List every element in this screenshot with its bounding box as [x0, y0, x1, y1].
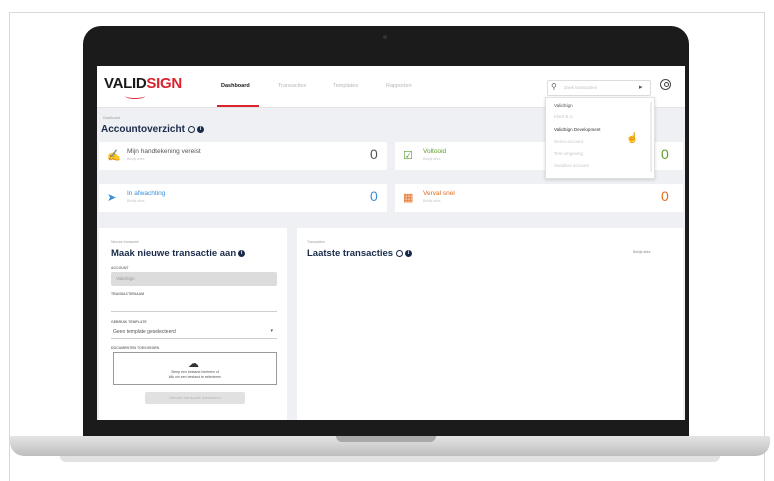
dropdown-item[interactable]: ValidSign Development: [554, 127, 600, 132]
card-label: In afwachting: [127, 190, 166, 197]
laptop-notch: [336, 436, 436, 442]
dropdown-scrollbar[interactable]: [650, 102, 652, 172]
info-icon[interactable]: i: [196, 125, 204, 133]
create-transaction-button[interactable]: Nieuwe transactie aanmaken: [145, 392, 245, 404]
upload-hint-line2: klik om een bestand te selecteren: [168, 375, 222, 379]
transaction-name-label: TRANSACTIENAAM: [111, 292, 145, 296]
nav-transacties[interactable]: Transacties: [278, 83, 306, 89]
card-expiring[interactable]: ▦ Verval snel Bekijk alles 0: [395, 184, 683, 212]
user-account-icon[interactable]: [660, 79, 671, 90]
card-pending[interactable]: ➤ In afwachting Bekijk alles 0: [99, 184, 387, 212]
card-sublabel[interactable]: Bekijk alles: [127, 199, 145, 203]
settings-icon[interactable]: [187, 125, 195, 133]
recent-transactions-breadcrumb: Transacties: [307, 240, 325, 244]
recent-transactions-title-text: Laatste transacties: [307, 248, 394, 259]
card-count: 0: [370, 188, 378, 204]
upload-hint-line1: Sleep een bestand hierheen of: [171, 370, 219, 374]
dropdown-item[interactable]: Sandbox account: [554, 163, 589, 168]
view-all-link[interactable]: Bekijk alles: [633, 250, 651, 254]
card-label: Verval snel: [423, 190, 455, 197]
card-signature-required[interactable]: ✍ Mijn handtekening vereist Bekijk alles…: [99, 142, 387, 170]
organization-dropdown[interactable]: ValidSign Klant B.V. ValidSign Developme…: [545, 97, 655, 179]
page-title-text: Accountoverzicht: [101, 124, 185, 135]
app-screen: VALIDSIGN Dashboard Transacties Template…: [97, 66, 685, 420]
card-label: Mijn handtekening vereist: [127, 148, 201, 155]
card-sublabel[interactable]: Bekijk alles: [423, 157, 441, 161]
template-selected-value: Geen template geselecteerd: [113, 329, 176, 335]
cloud-upload-icon: ☁: [188, 358, 199, 370]
new-transaction-breadcrumb: Nieuwe transactie: [111, 240, 139, 244]
signature-icon: ✍: [107, 150, 121, 162]
check-icon: ☑: [403, 150, 413, 162]
info-icon[interactable]: i: [405, 249, 413, 257]
dropdown-item[interactable]: Demo account: [554, 139, 583, 144]
dropdown-item[interactable]: ValidSign: [554, 103, 573, 108]
search-placeholder: Zoek transacties: [564, 85, 598, 90]
new-transaction-title: Maak nieuwe transactie aan i: [111, 248, 246, 259]
template-select[interactable]: Geen template geselecteerd ▾: [111, 325, 277, 339]
info-icon[interactable]: i: [238, 249, 246, 257]
card-sublabel[interactable]: Bekijk alles: [127, 157, 145, 161]
card-label: Voltooid: [423, 148, 447, 155]
create-transaction-button-label: Nieuwe transactie aanmaken: [169, 395, 221, 400]
org-switcher-caret-icon[interactable]: ▸: [639, 83, 643, 91]
active-nav-indicator: [217, 105, 259, 107]
template-label: GEBRUIK TEMPLATE: [111, 320, 147, 324]
nav-templates[interactable]: Templates: [333, 83, 358, 89]
account-value: ValidSign: [116, 276, 135, 281]
send-icon: ➤: [107, 192, 117, 204]
logo-signature-mark: [125, 93, 145, 99]
recent-transactions-panel: Transacties Laatste transacties i Bekijk …: [297, 228, 683, 420]
transaction-name-field[interactable]: [111, 298, 277, 312]
dropdown-item[interactable]: Klant B.V.: [554, 114, 574, 119]
logo-text-sign: SIGN: [146, 75, 182, 92]
nav-dashboard[interactable]: Dashboard: [221, 83, 250, 89]
chevron-down-icon: ▾: [270, 328, 273, 334]
search-input[interactable]: [547, 80, 651, 96]
laptop-camera: [383, 35, 387, 39]
new-transaction-panel: Nieuwe transactie Maak nieuwe transactie…: [99, 228, 287, 420]
nav-rapporten[interactable]: Rapporten: [386, 83, 412, 89]
page-title: Accountoverzicht i: [101, 124, 204, 135]
recent-transactions-title: Laatste transacties i: [307, 248, 413, 259]
card-count: 0: [661, 188, 669, 204]
documents-label: DOCUMENTEN TOEVOEGEN: [111, 346, 160, 350]
logo-text-valid: VALID: [104, 75, 147, 92]
hand-cursor-icon: ☝: [626, 133, 639, 144]
card-count: 0: [370, 146, 378, 162]
validsign-logo[interactable]: VALIDSIGN: [104, 75, 182, 92]
settings-icon[interactable]: [396, 249, 404, 257]
calendar-icon: ▦: [403, 192, 414, 204]
card-sublabel[interactable]: Bekijk alles: [423, 199, 441, 203]
new-transaction-title-text: Maak nieuwe transactie aan: [111, 248, 237, 259]
overview-breadcrumb: Dashboard: [103, 116, 121, 120]
account-field[interactable]: ValidSign: [111, 272, 277, 286]
document-upload-dropzone[interactable]: ☁ Sleep een bestand hierheen of klik om …: [113, 352, 277, 385]
search-icon: ⚲: [551, 82, 557, 91]
dropdown-item[interactable]: Test omgeving: [554, 151, 583, 156]
card-count: 0: [661, 146, 669, 162]
account-label: ACCOUNT: [111, 266, 129, 270]
laptop-shadow: [60, 456, 720, 462]
